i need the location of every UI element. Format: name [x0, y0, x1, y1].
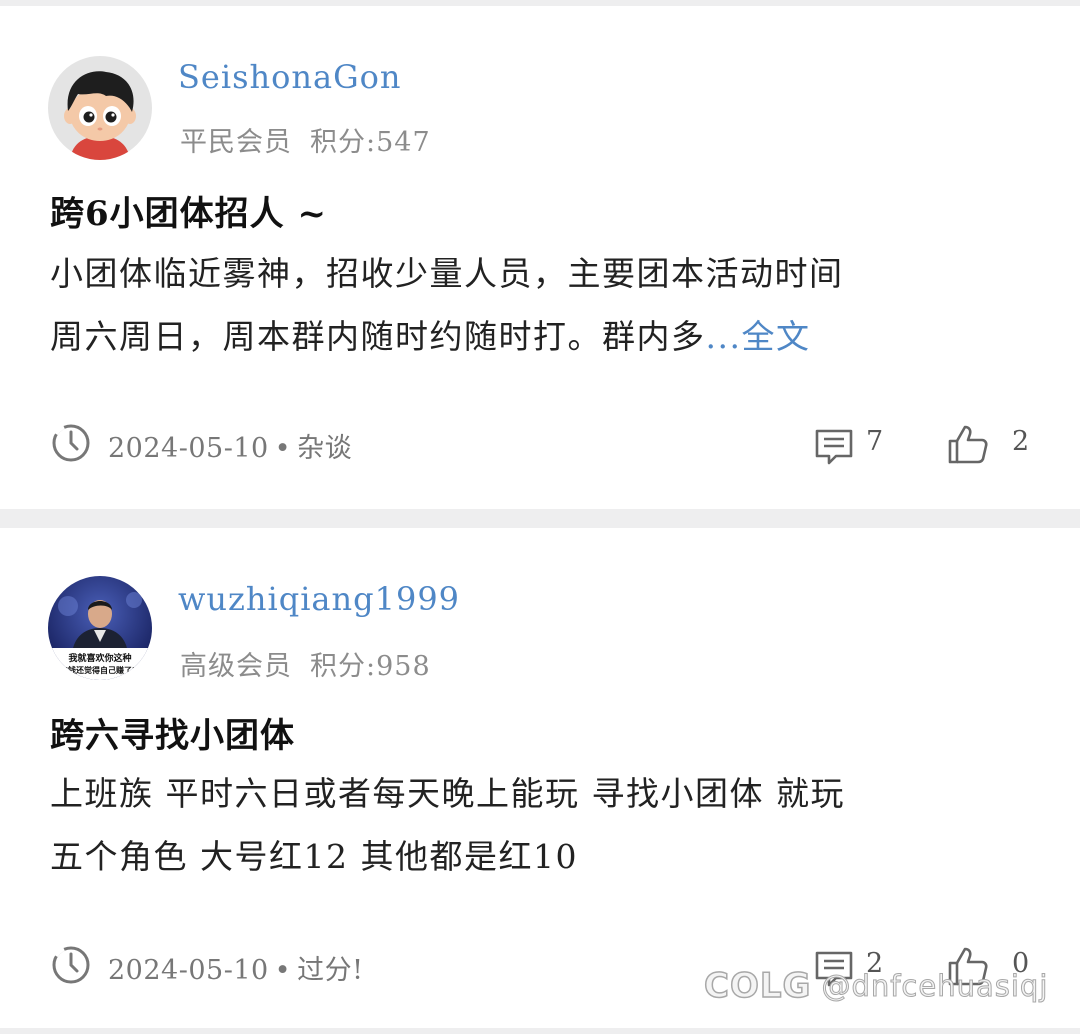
post-date: 2024-05-10: [108, 433, 269, 464]
post-title[interactable]: 跨六寻找小团体: [50, 708, 295, 757]
post-info: 2024-05-10 • 过分!: [108, 948, 363, 987]
separator: •: [274, 433, 292, 464]
username[interactable]: SeishonaGon: [178, 58, 402, 96]
excerpt-line: 上班族 平时六日或者每天晚上能玩 寻找小团体 就玩: [50, 774, 845, 813]
user-meta: 高级会员 积分:958: [180, 644, 431, 683]
post-category[interactable]: 过分!: [297, 955, 363, 986]
read-more-link[interactable]: ...全文: [706, 317, 811, 356]
post-date: 2024-05-10: [108, 955, 269, 986]
avatar-caption: 我就喜欢你这种: [68, 652, 131, 664]
post-card[interactable]: 我就喜欢你这种 "钱还觉得自己赚了" wuzhiqiang1999 高级会员 积分…: [0, 528, 1080, 1028]
excerpt-line: 周六周日，周本群内随时约随时打。群内多...全文: [50, 305, 1040, 368]
person-photo-avatar-icon: 我就喜欢你这种 "钱还觉得自己赚了": [48, 576, 152, 680]
watermark: COLG @dnfcehuasiqj: [703, 965, 1049, 1016]
post-excerpt[interactable]: 上班族 平时六日或者每天晚上能玩 寻找小团体 就玩 五个角色 大号红12 其他都…: [50, 762, 1040, 888]
post-category[interactable]: 杂谈: [297, 433, 352, 464]
post-footer: 2024-05-10 • 杂谈 7 2: [50, 422, 1032, 466]
member-rank: 高级会员: [180, 651, 292, 682]
watermark-logo: COLG: [703, 965, 812, 1007]
clock-icon: [52, 424, 90, 462]
cartoon-boy-avatar-icon: [48, 56, 152, 160]
excerpt-text: 周六周日，周本群内随时约随时打。群内多: [50, 317, 706, 356]
member-score: 积分:547: [310, 127, 431, 158]
comment-icon[interactable]: [814, 428, 854, 466]
post-card[interactable]: SeishonaGon 平民会员 积分:547 跨6小团体招人 ~ 小团体临近雾神…: [0, 6, 1080, 509]
thumbs-up-icon[interactable]: [946, 422, 990, 466]
excerpt-line: 小团体临近雾神，招收少量人员，主要团本活动时间: [50, 254, 844, 293]
user-meta: 平民会员 积分:547: [180, 120, 431, 159]
post-title[interactable]: 跨6小团体招人 ~: [50, 186, 327, 235]
post-excerpt[interactable]: 小团体临近雾神，招收少量人员，主要团本活动时间 周六周日，周本群内随时约随时打。…: [50, 242, 1040, 368]
avatar-caption: "钱还觉得自己赚了": [64, 665, 136, 675]
excerpt-line: 五个角色 大号红12 其他都是红10: [50, 837, 578, 876]
clock-icon: [52, 946, 90, 984]
like-count[interactable]: 2: [1012, 426, 1029, 457]
watermark-handle: @dnfcehuasiqj: [821, 969, 1049, 1004]
avatar[interactable]: 我就喜欢你这种 "钱还觉得自己赚了": [48, 576, 152, 680]
member-score: 积分:958: [310, 651, 431, 682]
username[interactable]: wuzhiqiang1999: [178, 580, 460, 618]
member-rank: 平民会员: [180, 127, 292, 158]
post-info: 2024-05-10 • 杂谈: [108, 426, 352, 465]
comment-count[interactable]: 7: [866, 426, 883, 457]
separator: •: [274, 955, 292, 986]
post-feed: SeishonaGon 平民会员 积分:547 跨6小团体招人 ~ 小团体临近雾神…: [0, 0, 1080, 1034]
avatar[interactable]: [48, 56, 152, 160]
